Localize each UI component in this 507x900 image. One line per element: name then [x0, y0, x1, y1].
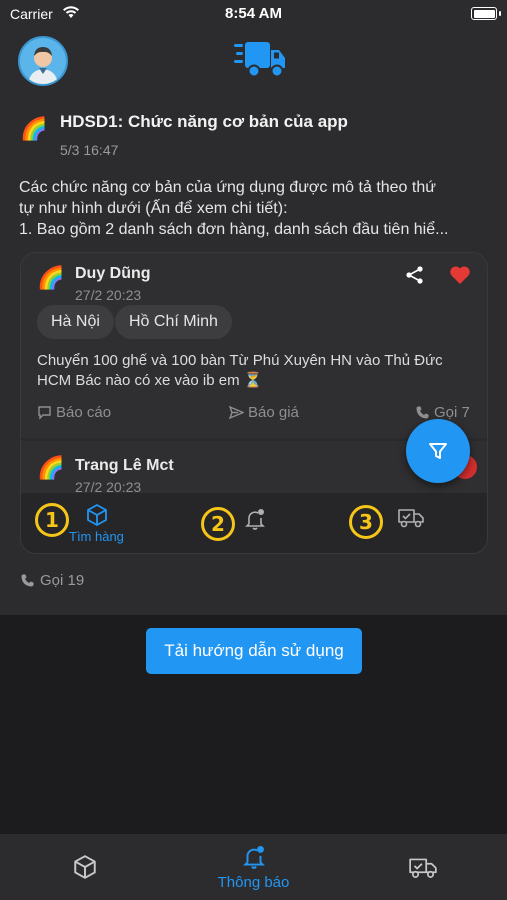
nav-notifications-label: Thông báo: [217, 874, 290, 891]
report-action: Báo cáo: [37, 404, 111, 421]
nav-notifications[interactable]: Thông báo: [169, 834, 338, 900]
report-label: Báo cáo: [56, 404, 112, 421]
location-chip: Hà Nội: [37, 305, 114, 339]
share-icon: [405, 265, 425, 290]
post-body-line: 1. Bao gồm 2 danh sách đơn hàng, danh sá…: [19, 221, 449, 238]
clock: 8:54 AM: [225, 5, 282, 22]
post-body-line: Các chức năng cơ bản của ứng dụng được m…: [19, 179, 436, 196]
find-goods-label: Tìm hàng: [69, 529, 124, 544]
filter-icon: [429, 443, 447, 459]
order-message-line: Chuyển 100 ghế và 100 bàn Từ Phú Xuyên H…: [37, 352, 443, 369]
nav-delivery[interactable]: [338, 834, 507, 900]
quote-action: Báo giá: [229, 404, 299, 421]
download-guide-button[interactable]: Tải hướng dẫn sử dụng: [146, 628, 362, 674]
post-card[interactable]: 🌈 HDSD1: Chức năng cơ bản của app 5/3 16…: [0, 94, 507, 615]
battery-icon: [471, 7, 501, 20]
rainbow-icon: 🌈: [37, 455, 65, 480]
package-icon: [74, 855, 96, 879]
app-header: [0, 28, 507, 94]
step-badge-2: 2: [201, 507, 235, 541]
poster-name: Trang Lê Mct: [75, 457, 174, 474]
step-badge-1: 1: [35, 503, 69, 537]
rainbow-icon: 🌈: [37, 265, 65, 290]
filter-button[interactable]: [406, 419, 470, 483]
post-call-button[interactable]: Gọi 19: [20, 572, 84, 589]
order-message: Chuyển 100 ghế và 100 bàn Từ Phú Xuyên H…: [37, 351, 483, 391]
chat-icon: [38, 406, 51, 420]
heart-icon: [449, 265, 471, 290]
phone-icon: [416, 406, 429, 419]
send-icon: [229, 405, 244, 420]
user-avatar[interactable]: [18, 36, 68, 86]
phone-icon: [21, 574, 34, 587]
package-icon: [85, 503, 109, 532]
bottom-nav: Thông báo: [0, 834, 507, 900]
order-time: 27/2 20:23: [75, 287, 142, 303]
delivery-truck-icon: [409, 858, 437, 878]
post-body[interactable]: Các chức năng cơ bản của ứng dụng được m…: [19, 177, 494, 240]
post-body-line: tự như hình dưới (Ấn để xem chi tiết):: [19, 200, 288, 217]
post-call-label: Gọi 19: [40, 572, 85, 589]
poster-name: Duy Dũng: [75, 265, 151, 282]
guide-tab-bar: 1 Tìm hàng 2 3: [21, 493, 487, 553]
status-bar: Carrier 8:54 AM: [0, 0, 507, 28]
nav-find-goods[interactable]: [0, 834, 169, 900]
quote-label: Báo giá: [248, 404, 299, 421]
order-message-line: HCM Bác nào có xe vào ib em ⏳: [37, 372, 263, 389]
bell-icon: [243, 507, 267, 536]
rainbow-icon: 🌈: [20, 116, 48, 141]
delivery-truck-icon: [397, 507, 425, 534]
bell-icon: [242, 845, 266, 869]
guide-screenshot[interactable]: 🌈 Duy Dũng 27/2 20:23 Hà Nội Hồ Chí Minh…: [20, 252, 488, 554]
step-badge-3: 3: [349, 505, 383, 539]
order-card: 🌈 Duy Dũng 27/2 20:23 Hà Nội Hồ Chí Minh…: [21, 253, 487, 438]
post-date: 5/3 16:47: [60, 142, 119, 158]
truck-logo-icon: [234, 40, 286, 85]
post-title: HDSD1: Chức năng cơ bản của app: [60, 112, 348, 131]
location-chip: Hồ Chí Minh: [115, 305, 232, 339]
